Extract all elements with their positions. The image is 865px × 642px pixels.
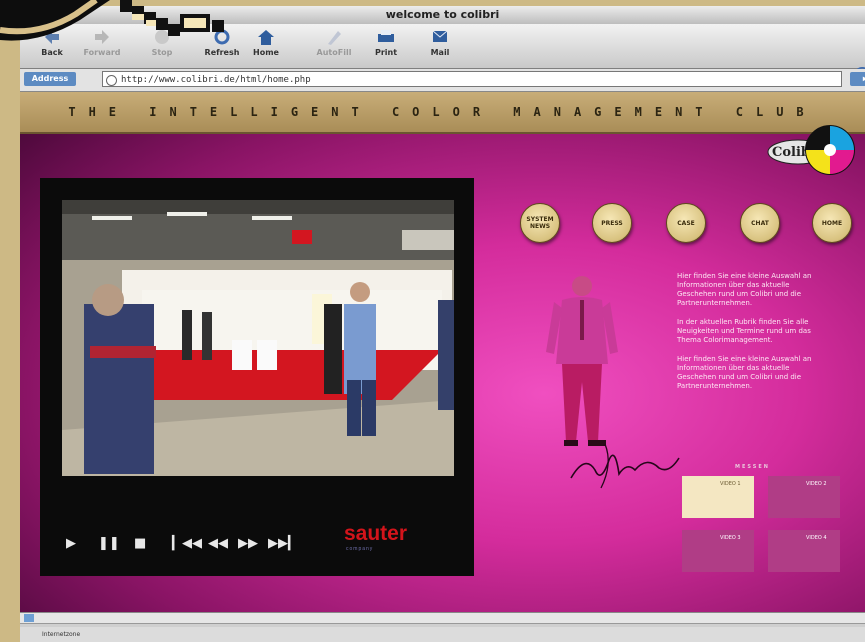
tiles-label: MESSEN [735,464,770,470]
video-tile-1[interactable]: VIDEO 1 [682,476,754,518]
intro-paragraph-2: In der aktuellen Rubrik finden Sie alle … [677,318,811,344]
pointer-hand-icon [0,0,224,41]
nav-button-system-news[interactable]: SYSTEM NEWS [520,203,560,243]
video-player: ▶ ❚❚ ■ ▎◀◀ ◀◀ ▶▶ ▶▶▎ sauter company [40,178,474,576]
nav-button-case[interactable]: CASE [666,203,706,243]
video-tile-3[interactable]: VIDEO 3 [682,530,754,572]
scroll-track[interactable] [20,613,865,624]
skip-forward-icon[interactable]: ▶▶▎ [268,536,298,552]
status-text: Internetzone [42,631,81,638]
sponsor-logo[interactable]: sauter [344,522,407,546]
url-text: http://www.colibri.de/html/home.php [121,75,311,85]
go-button[interactable]: ▸ [850,72,865,86]
web-page: THE INTELLIGENT COLOR MANAGEMENT CLUB Co… [20,92,865,612]
horizontal-scrollbar[interactable] [20,612,865,627]
print-button[interactable]: Print [362,28,410,64]
print-icon [378,30,394,42]
scroll-left-arrow-icon[interactable] [24,614,34,622]
stop-icon[interactable]: ■ [134,536,146,552]
autofill-button[interactable]: AutoFill [310,28,358,64]
nav-button-press[interactable]: PRESS [592,203,632,243]
mail-icon [432,30,448,42]
intro-paragraph-1: Hier finden Sie eine kleine Auswahl an I… [677,272,812,307]
nav-button-home[interactable]: HOME [812,203,852,243]
trade-fair-video-image [62,200,454,476]
sponsor-sub: company [346,546,374,552]
video-frame[interactable] [62,200,454,476]
rewind-icon[interactable]: ◀◀ [208,536,228,552]
colibri-logo-icon[interactable]: Colibri [758,124,856,180]
pause-icon[interactable]: ❚❚ [98,536,120,552]
nav-button-chat[interactable]: CHAT [740,203,780,243]
address-label: Address [24,72,76,86]
club-banner: THE INTELLIGENT COLOR MANAGEMENT CLUB [20,92,865,134]
intro-text: Hier finden Sie eine kleine Auswahl an I… [677,272,827,401]
mail-button[interactable]: Mail [416,28,464,64]
video-tile-2[interactable]: VIDEO 2 [768,476,840,518]
play-icon[interactable]: ▶ [66,536,76,552]
status-bar: Internetzone [20,627,865,642]
video-tile-4[interactable]: VIDEO 4 [768,530,840,572]
address-bar: Address http://www.colibri.de/html/home.… [20,69,865,92]
home-icon [258,30,274,45]
home-button[interactable]: Home [242,28,290,64]
autofill-icon [328,31,341,45]
url-input[interactable]: http://www.colibri.de/html/home.php [102,71,842,87]
intro-paragraph-3: Hier finden Sie eine kleine Auswahl an I… [677,355,812,390]
signature-image [570,443,680,489]
page-icon [106,75,117,86]
skip-back-icon[interactable]: ▎◀◀ [172,536,202,552]
fast-forward-icon[interactable]: ▶▶ [238,536,258,552]
banner-text: THE INTELLIGENT COLOR MANAGEMENT CLUB [68,105,817,119]
